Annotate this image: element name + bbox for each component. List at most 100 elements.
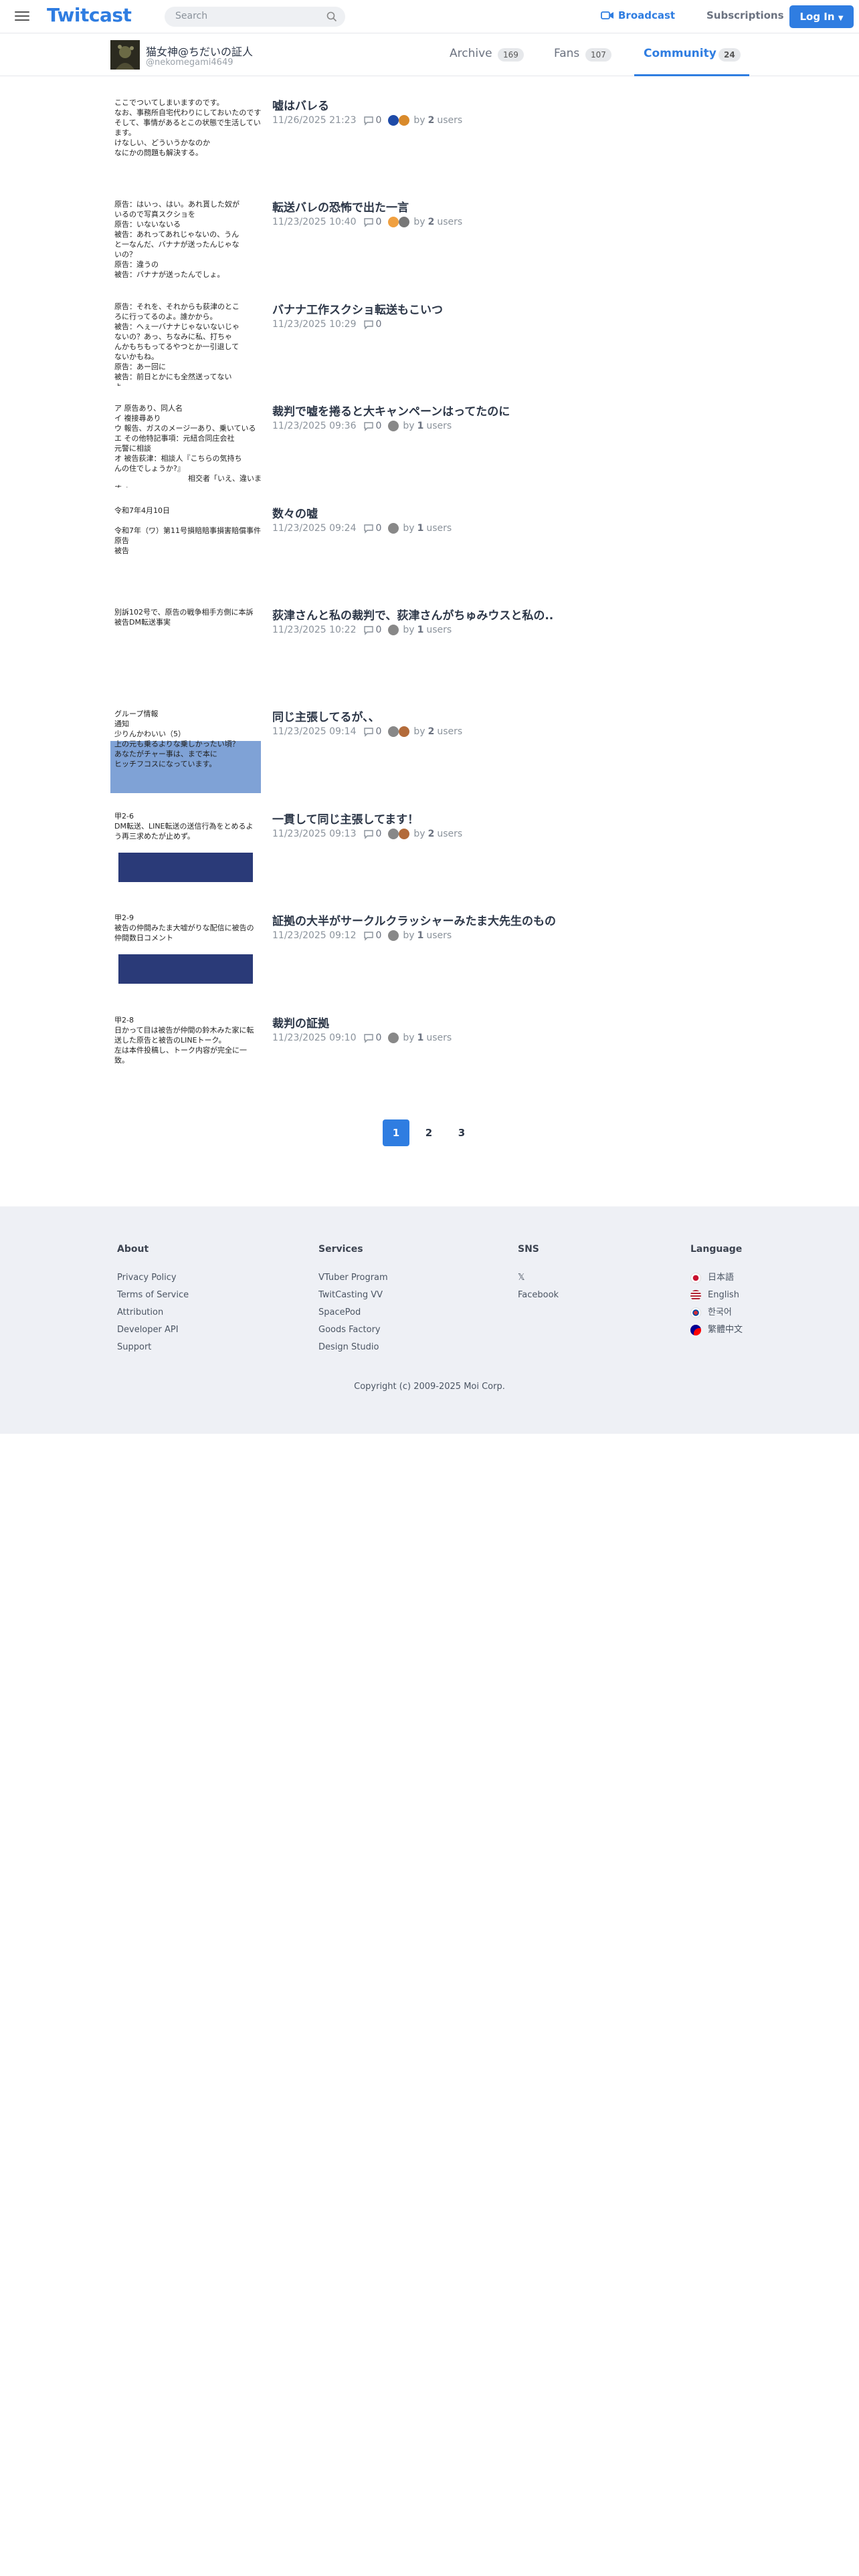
community-post[interactable]: 甲2-8 日かって目は被告が仲間の鈴木みた家に転 送した原告と被告のLINEトーク。… (110, 1012, 753, 1099)
language-traditional-chinese[interactable]: 繁體中文 (690, 1321, 743, 1339)
footer-link-twitcasting-vv[interactable]: TwitCasting VV (318, 1287, 388, 1304)
thumbnail-text-line: 相交者「いえ、違いま (114, 474, 261, 483)
post-thumbnail[interactable]: 原告：はいっ、はい。あれ貰した奴が いるので写真スクショを 原告：いないないる 被告：… (110, 197, 261, 284)
thumbnail-text-line: 日かって目は被告が仲間の鈴木みた家に転 (114, 1026, 254, 1035)
post-thumbnail[interactable]: ここでついてしまいますのです。 なお、事務所自宅代わりにしておいたのです、 そして、… (110, 95, 261, 182)
community-post[interactable]: ア 原告あり、同人名イ 複接尋ありウ 報告、ガスのメージ一あり、乗いているエ そ… (110, 401, 753, 488)
user-avatar[interactable] (110, 40, 140, 70)
page-3-button[interactable]: 3 (448, 1119, 475, 1146)
community-post[interactable]: 令和7年4月10日 令和7年（ワ）第11号損賠賠事損害賠償事件 原告 被告 数々の嘘 11… (110, 503, 753, 590)
footer-link-privacy[interactable]: Privacy Policy (117, 1269, 189, 1287)
post-title[interactable]: 同じ主張してるが、、 (272, 708, 380, 724)
participant-avatar-icon (388, 115, 399, 126)
users-label: users (426, 1033, 452, 1043)
post-thumbnail[interactable]: 原告：それを、それからも荻津のとこ ろに行ってるのよ。誰かから。 被告：へぇ一バナナ… (110, 299, 261, 386)
participant-avatar-icon (399, 115, 410, 126)
post-title[interactable]: 嘘はバレる (272, 96, 329, 113)
community-post[interactable]: 甲2-9 被告の仲間みたま大嘘がりな配信に被告の 仲間数日コメント 証拠の大半がサーク… (110, 910, 753, 997)
footer-link-goods-factory[interactable]: Goods Factory (318, 1321, 388, 1339)
search-box[interactable]: Search (165, 7, 345, 27)
post-thumbnail[interactable]: 甲2-8 日かって目は被告が仲間の鈴木みた家に転 送した原告と被告のLINEトーク。… (110, 1012, 261, 1099)
site-footer: About Privacy Policy Terms of Service At… (0, 1206, 859, 1434)
participant-count: 2 (427, 115, 435, 126)
tab-archive[interactable]: Archive 169 (450, 33, 524, 76)
community-post[interactable]: 原告：それを、それからも荻津のとこ ろに行ってるのよ。誰かから。 被告：へぇ一バナナ… (110, 299, 753, 386)
post-title[interactable]: 裁判の証拠 (272, 1014, 329, 1031)
footer-sns-column: SNS 𝕏 Facebook (518, 1244, 559, 1304)
post-meta: 11/23/2025 09:36 0 by 1 users (272, 421, 452, 431)
post-date: 11/23/2025 09:13 (272, 829, 357, 839)
post-title[interactable]: 証拠の大半がサークルクラッシャーみたま大先生のもの (272, 911, 556, 928)
footer-link-terms[interactable]: Terms of Service (117, 1287, 189, 1304)
thumbnail-text-line: 別訴102号で、原告の戦争相手方側に本訴 (114, 608, 254, 617)
footer-link-support[interactable]: Support (117, 1339, 189, 1356)
thumbnail-text-line: 原告：いないないる (114, 220, 181, 229)
twitcast-logo[interactable]: Twitcast (47, 4, 132, 26)
thumbnail-text-line: 原告 (114, 536, 129, 545)
post-thumbnail[interactable]: 甲2-9 被告の仲間みたま大嘘がりな配信に被告の 仲間数日コメント (110, 910, 261, 997)
thumbnail-text-line: 被告：前日とかにも全然送ってない (114, 372, 232, 381)
thumbnail-text-line: なお、事務所自宅代わりにしておいたのです、 (114, 108, 261, 117)
page-2-button[interactable]: 2 (415, 1119, 442, 1146)
language-english[interactable]: English (690, 1287, 743, 1304)
participant-avatar-icon (388, 625, 399, 635)
community-post[interactable]: 甲2-6 DM転送、LINE転送の送信行為をとめるよ う再三求めたが止めず。 一貫して… (110, 809, 753, 895)
hamburger-menu-icon[interactable] (15, 9, 29, 23)
thumbnail-text-line: ないかもね。 (114, 352, 159, 361)
japan-flag-icon (690, 1272, 701, 1283)
thumbnail-text-line: 送した原告と被告のLINEトーク。 (114, 1036, 226, 1045)
users-label: users (426, 421, 452, 431)
community-post[interactable]: 別訴102号で、原告の戦争相手方側に本訴 被告DM転送事実 荻津さんと私の裁判で、荻… (110, 605, 753, 691)
footer-link-facebook[interactable]: Facebook (518, 1287, 559, 1304)
tab-fans[interactable]: Fans 107 (554, 33, 614, 76)
post-thumbnail[interactable]: グループ情報 通知 少りんかわいい（5） 上の元も乗るよりな乗しかったい頃？ あなたがチ… (110, 706, 261, 793)
post-title[interactable]: 一貫して同じ主張してます！ (272, 810, 419, 827)
community-post[interactable]: グループ情報 通知 少りんかわいい（5） 上の元も乗るよりな乗しかったい頃？ あなたがチ… (110, 706, 753, 793)
thumbnail-text-line: ウ 報告、ガスのメージ一あり、乗いている (114, 424, 256, 433)
post-title[interactable]: バナナ工作スクショ転送もこいつ (272, 300, 443, 317)
user-display-name[interactable]: 猫女神@ちだいの証人 (146, 43, 253, 59)
community-post[interactable]: ここでついてしまいますのです。 なお、事務所自宅代わりにしておいたのです、 そして、… (110, 95, 753, 182)
subscriptions-link[interactable]: Subscriptions (706, 9, 784, 21)
participant-count: 2 (427, 217, 435, 227)
page-1-button[interactable]: 1 (383, 1119, 409, 1146)
user-id: @nekomegami4649 (146, 58, 233, 68)
community-post[interactable]: 原告：はいっ、はい。あれ貰した奴が いるので写真スクショを 原告：いないないる 被告：… (110, 197, 753, 284)
thumbnail-text-line (114, 516, 257, 526)
footer-link-x[interactable]: 𝕏 (518, 1269, 559, 1287)
search-input[interactable]: Search (175, 11, 207, 21)
thumbnail-text-line: イ 複接尋あり (114, 414, 161, 423)
broadcast-button[interactable]: Broadcast (601, 9, 675, 21)
post-thumbnail[interactable]: 令和7年4月10日 令和7年（ワ）第11号損賠賠事損害賠償事件 原告 被告 (110, 503, 261, 590)
footer-link-developer-api[interactable]: Developer API (117, 1321, 189, 1339)
screenshot-image (118, 853, 253, 882)
language-japanese-label: 日本語 (708, 1273, 735, 1283)
post-title[interactable]: 転送バレの恐怖で出た一言 (272, 198, 409, 215)
top-navigation-bar: Twitcast Search Broadcast Subscriptions … (0, 0, 859, 33)
language-japanese[interactable]: 日本語 (690, 1269, 743, 1287)
language-korean[interactable]: 한국어 (690, 1304, 743, 1321)
participant-summary: by 2 users (413, 726, 462, 737)
thumbnail-text-line: 左は本件投稿し、トーク内容が完全に一 (114, 1046, 247, 1055)
post-title[interactable]: 荻津さんと私の裁判で、荻津さんがちゅみウスと私の.. (272, 606, 553, 623)
thumbnail-text-line: う再三求めたが止めず。 (114, 832, 195, 841)
tab-community[interactable]: Community 24 (634, 33, 749, 76)
post-thumbnail[interactable]: 別訴102号で、原告の戦争相手方側に本訴 被告DM転送事実 (110, 605, 261, 691)
post-title[interactable]: 裁判で嘘を捲ると大キャンペーンはってたのに (272, 402, 510, 419)
post-title[interactable]: 数々の嘘 (272, 504, 318, 521)
thumbnail-text-line: 原告：はいっ、はい。あれ貰した奴が (114, 200, 240, 209)
thumbnail-text-line: そして、事情があるとこの状態で生活してい (114, 118, 261, 127)
users-label: users (437, 829, 463, 839)
thumbnail-text-line: 被告DM転送事実 (114, 618, 171, 627)
thumbnail-text-line: 甲2-6 (114, 812, 134, 821)
post-thumbnail[interactable]: ア 原告あり、同人名イ 複接尋ありウ 報告、ガスのメージ一あり、乗いているエ そ… (110, 401, 261, 488)
search-icon[interactable] (326, 11, 337, 22)
login-button[interactable]: Log In ▼ (789, 5, 854, 28)
footer-link-attribution[interactable]: Attribution (117, 1304, 189, 1321)
footer-link-design-studio[interactable]: Design Studio (318, 1339, 388, 1356)
post-thumbnail[interactable]: 甲2-6 DM転送、LINE転送の送信行為をとめるよ う再三求めたが止めず。 (110, 809, 261, 895)
camera-icon (601, 11, 613, 19)
footer-link-vtuber[interactable]: VTuber Program (318, 1269, 388, 1287)
thumbnail-text-line: よ。 (114, 382, 257, 386)
footer-link-spacepod[interactable]: SpacePod (318, 1304, 388, 1321)
